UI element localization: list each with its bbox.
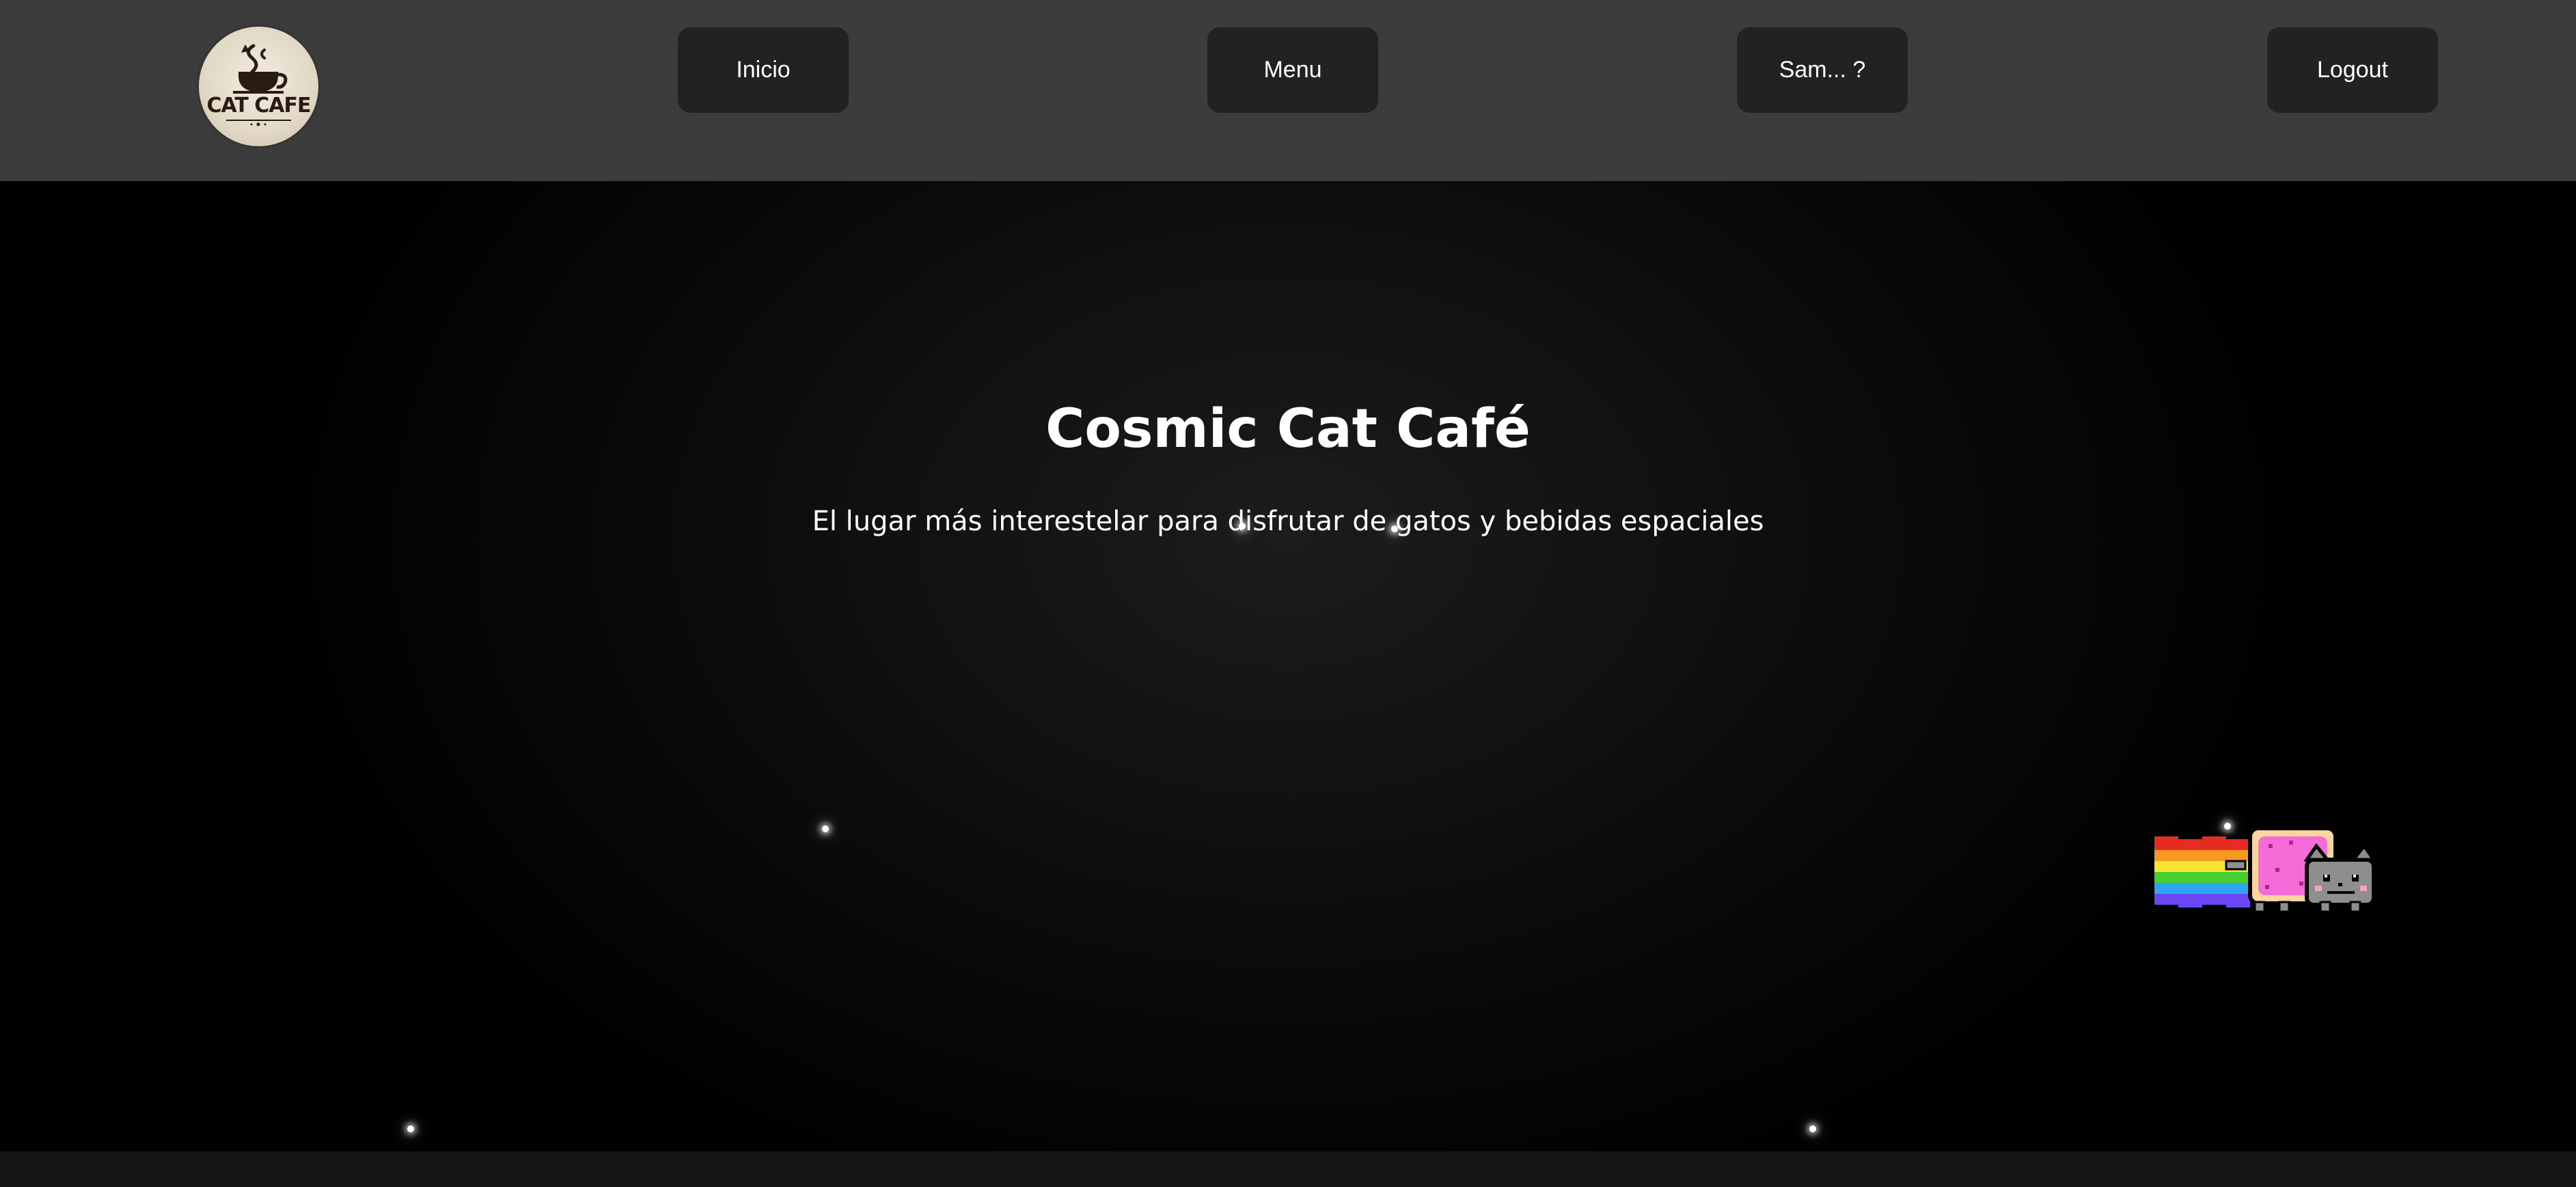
hero-title: Cosmic Cat Café [1045, 398, 1531, 460]
navbar: CAT CAFE Inicio Menu Sam... ? Logout [0, 0, 2576, 181]
hero-subtitle: El lugar más interestelar para disfrutar… [812, 506, 1764, 537]
star-icon [407, 1125, 414, 1132]
star-icon [1391, 526, 1398, 532]
nav-button-sam[interactable]: Sam... ? [1737, 27, 1908, 113]
logo-text: CAT CAFE [206, 94, 311, 118]
nyan-cat-icon [2154, 826, 2377, 913]
star-icon [822, 826, 829, 832]
nav-button-menu[interactable]: Menu [1207, 27, 1378, 113]
footer [0, 1151, 2576, 1187]
hero-section: Cosmic Cat Café El lugar más interestela… [0, 181, 2576, 1151]
star-icon [1809, 1125, 1816, 1132]
coffee-cup-icon [226, 44, 291, 126]
star-icon [1239, 523, 1246, 530]
cat-cafe-logo-icon[interactable]: CAT CAFE [199, 27, 318, 146]
nav-button-inicio[interactable]: Inicio [678, 27, 849, 113]
logout-button[interactable]: Logout [2267, 27, 2438, 113]
